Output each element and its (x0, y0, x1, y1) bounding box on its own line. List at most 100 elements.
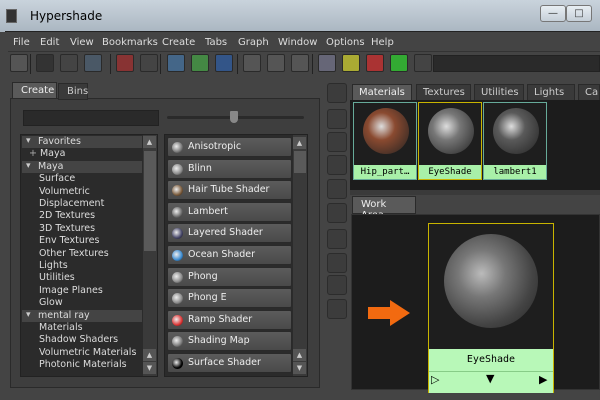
scroll-up-icon[interactable]: ▲ (143, 136, 156, 148)
shader-button[interactable]: Shading Map (167, 331, 292, 352)
output-connections-icon[interactable] (291, 54, 309, 72)
shader-button[interactable]: Phong (167, 266, 292, 287)
shader-button[interactable]: Ramp Shader (167, 309, 292, 330)
graph-network-icon[interactable] (191, 54, 209, 72)
tree-group-mental-ray[interactable]: mental ray (22, 309, 142, 322)
input-port-icon[interactable]: ▷ (431, 373, 439, 386)
tree-item[interactable]: + Maya (29, 148, 65, 159)
expand-icon[interactable]: ▼ (486, 372, 494, 385)
tab-textures[interactable]: Textures (416, 84, 471, 101)
tree-group-maya[interactable]: Maya (22, 160, 142, 173)
menu-view[interactable]: View (70, 37, 94, 48)
material-swatch[interactable]: lambert1 (483, 102, 547, 180)
scroll-thumb[interactable] (294, 151, 306, 173)
menu-create[interactable]: Create (162, 37, 195, 48)
shader-button[interactable]: Hair Tube Shader (167, 180, 292, 201)
maximize-button[interactable]: □ (566, 5, 592, 22)
minimize-button[interactable]: — (540, 5, 566, 22)
small-icons-icon[interactable] (327, 132, 347, 152)
sort-time-icon[interactable] (327, 275, 347, 295)
tree-item[interactable]: Surface (39, 173, 75, 184)
menu-graph[interactable]: Graph (238, 37, 269, 48)
show-outputs-icon[interactable] (390, 54, 408, 72)
scroll-down-icon[interactable]: ▼ (293, 362, 306, 374)
clear-graph-icon[interactable] (215, 54, 233, 72)
graph-upstream-icon[interactable] (116, 54, 134, 72)
input-connections-icon[interactable] (243, 54, 261, 72)
sort-name-icon[interactable] (327, 229, 347, 249)
tree-item[interactable]: Other Textures (39, 248, 109, 259)
layout-split-icon[interactable] (84, 54, 102, 72)
shader-button[interactable]: Blinn (167, 158, 292, 179)
tab-materials[interactable]: Materials (352, 84, 412, 101)
show-inputs-icon[interactable] (366, 54, 384, 72)
clipboard-icon[interactable] (10, 54, 28, 72)
material-swatch[interactable]: EyeShade (418, 102, 482, 180)
sort-type-icon[interactable] (327, 253, 347, 273)
shader-button[interactable]: Layered Shader (167, 223, 292, 244)
tree-item[interactable]: Photonic Materials (39, 359, 127, 370)
shader-button[interactable]: Lambert (167, 201, 292, 222)
toolbar-field[interactable] (433, 55, 600, 72)
toggle-view-icon[interactable] (327, 83, 347, 103)
search-input[interactable] (23, 110, 159, 126)
tree-item[interactable]: Shadow Shaders (39, 334, 118, 345)
medium-icons-icon[interactable] (327, 155, 347, 175)
tree-item[interactable]: 2D Textures (39, 210, 95, 221)
shader-button[interactable]: Surface Shader (167, 353, 292, 373)
tab-utilities[interactable]: Utilities (474, 84, 524, 101)
tree-item[interactable]: Env Textures (39, 235, 99, 246)
panel-divider[interactable] (350, 190, 600, 195)
tree-item[interactable]: Volumetric Materials (39, 347, 136, 358)
expand-plus-icon[interactable]: + (29, 148, 40, 159)
menu-options[interactable]: Options (326, 37, 365, 48)
menu-file[interactable]: File (13, 37, 30, 48)
tree-item[interactable]: Volumetric (39, 186, 90, 197)
tab-bins[interactable]: Bins (58, 83, 88, 100)
tab-create[interactable]: Create (12, 82, 57, 99)
tree-item[interactable]: 3D Textures (39, 223, 95, 234)
menu-help[interactable]: Help (371, 37, 394, 48)
tab-ca[interactable]: Ca (578, 84, 600, 101)
scroll-up-icon[interactable]: ▲ (143, 349, 156, 361)
scroll-up-icon[interactable]: ▲ (293, 137, 306, 149)
hide-swatch-icon[interactable] (342, 54, 360, 72)
tab-work-area[interactable]: Work Area (352, 196, 416, 221)
menu-bookmarks[interactable]: Bookmarks (102, 37, 158, 48)
shader-scrollbar[interactable]: ▲ ▲ ▼ (293, 135, 307, 376)
shader-list: Anisotropic Blinn Hair Tube Shader Lambert L… (164, 134, 308, 377)
toggle-swatch-icon[interactable] (318, 54, 336, 72)
sort-reverse-icon[interactable] (327, 299, 347, 319)
tab-lights[interactable]: Lights (527, 84, 575, 101)
scroll-down-icon[interactable]: ▼ (143, 362, 156, 374)
layout-bottom-icon[interactable] (60, 54, 78, 72)
tree-scrollbar[interactable]: ▲ ▲ ▼ (143, 135, 157, 376)
tree-item[interactable]: Glow (39, 297, 63, 308)
tree-item[interactable]: Lights (39, 260, 68, 271)
tree-item[interactable]: Image Planes (39, 285, 103, 296)
tree-item[interactable]: Utilities (39, 272, 75, 283)
material-swatch[interactable]: Hip_part… (353, 102, 417, 180)
tree-item[interactable]: Displacement (39, 198, 104, 209)
rearrange-icon[interactable] (167, 54, 185, 72)
tree-item[interactable]: Materials (39, 322, 83, 333)
sphere-icon[interactable] (327, 203, 347, 223)
io-connections-icon[interactable] (267, 54, 285, 72)
shader-button[interactable]: Ocean Shader (167, 245, 292, 265)
shader-node-eyeshade[interactable]: EyeShade ▷ ▼ ▶ (428, 223, 554, 393)
large-icons-icon[interactable] (327, 179, 347, 199)
shader-button[interactable]: Anisotropic (167, 137, 292, 157)
toggle-all-icon[interactable] (414, 54, 432, 72)
graph-downstream-icon[interactable] (140, 54, 158, 72)
scroll-thumb[interactable] (144, 151, 156, 251)
output-port-icon[interactable]: ▶ (539, 373, 547, 386)
shader-button[interactable]: Phong E (167, 288, 292, 309)
menu-window[interactable]: Window (278, 37, 317, 48)
menu-tabs[interactable]: Tabs (205, 37, 227, 48)
layout-top-icon[interactable] (36, 54, 54, 72)
list-view-icon[interactable] (327, 109, 347, 129)
menu-edit[interactable]: Edit (40, 37, 59, 48)
slider-handle[interactable] (230, 111, 238, 123)
tree-group-favorites[interactable]: Favorites (22, 136, 142, 148)
scroll-up-icon[interactable]: ▲ (293, 349, 306, 361)
